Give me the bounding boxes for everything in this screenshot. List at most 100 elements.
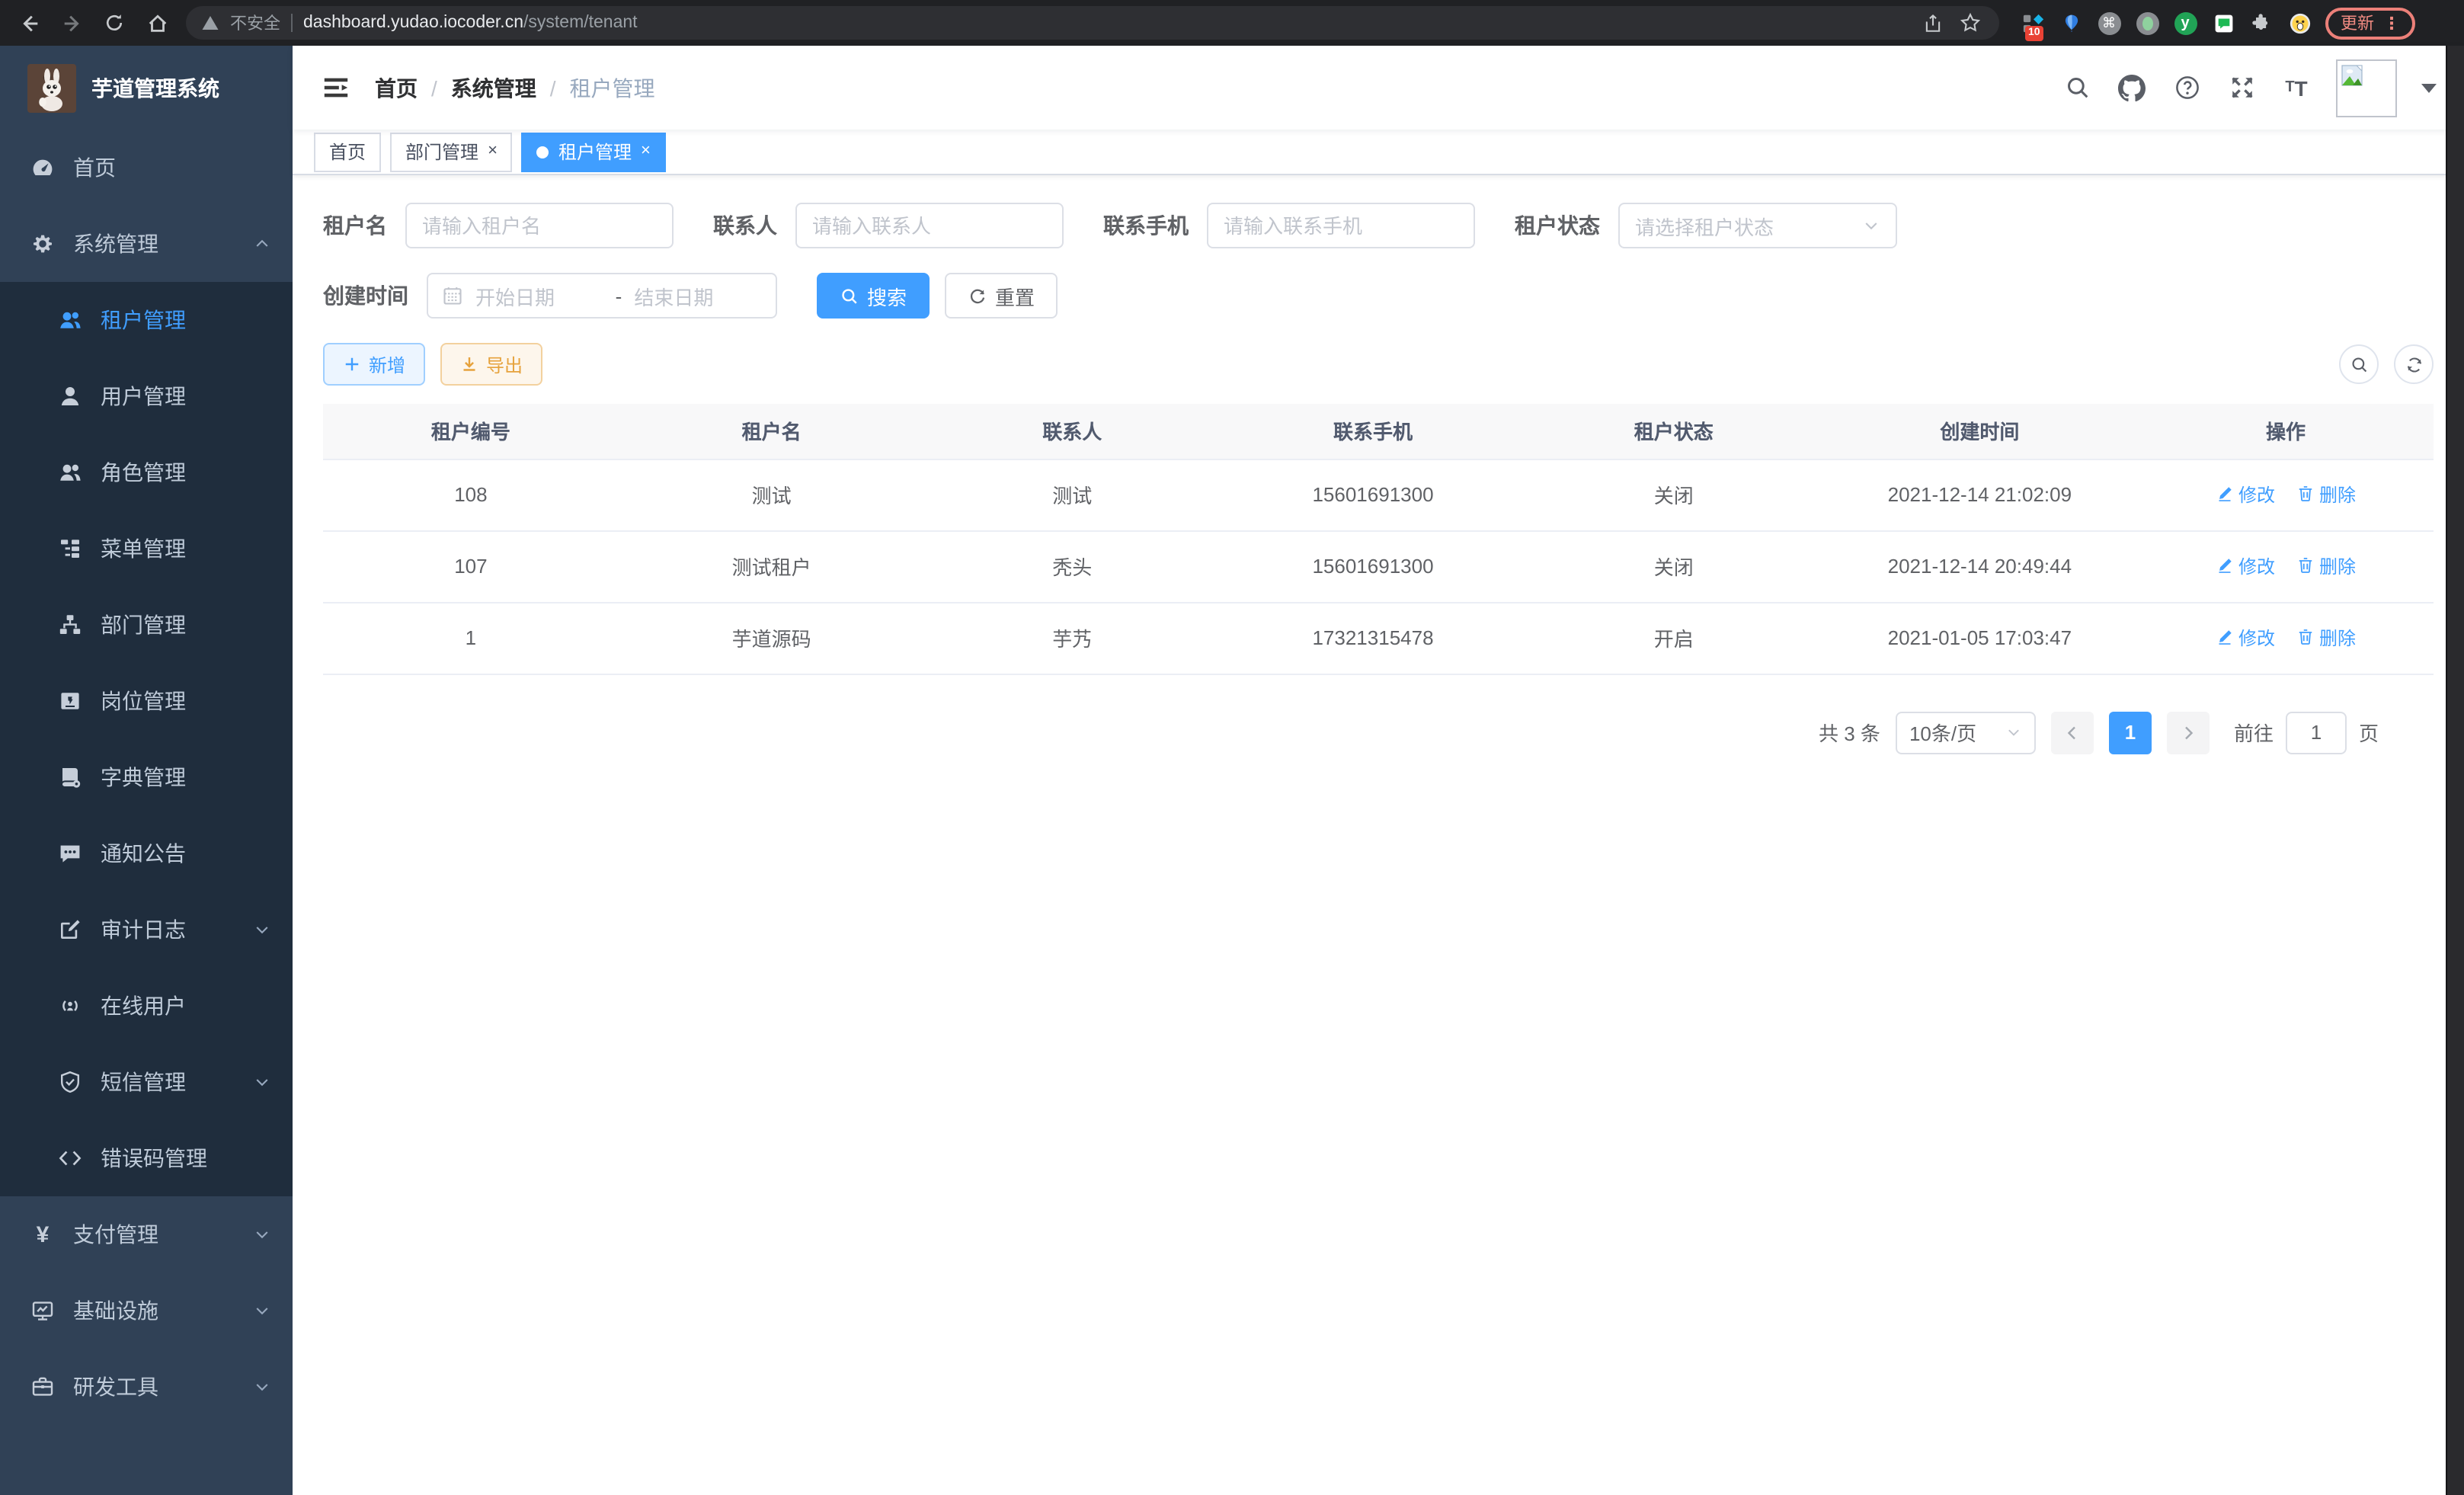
search-field-status: 租户状态 请选择租户状态 xyxy=(1515,203,1897,248)
puzzle-extensions-icon[interactable] xyxy=(2249,11,2274,35)
avatar-emoji-icon[interactable] xyxy=(2287,11,2312,35)
reset-button[interactable]: 重置 xyxy=(945,273,1058,319)
delete-icon xyxy=(2296,557,2315,575)
sidebar-collapse-icon[interactable] xyxy=(320,72,350,103)
sidebar: 芋道管理系统 首页系统管理租户管理用户管理角色管理菜单管理部门管理岗位管理字典管… xyxy=(0,46,293,1495)
delete-link[interactable]: 删除 xyxy=(2296,482,2356,507)
back-icon[interactable] xyxy=(15,9,43,37)
edit-link[interactable]: 修改 xyxy=(2216,482,2275,507)
home-icon[interactable] xyxy=(143,9,171,37)
prev-page-button[interactable] xyxy=(2051,711,2094,754)
chevron-down-icon xyxy=(2005,724,2022,741)
sidebar-item[interactable]: 租户管理 xyxy=(0,282,293,358)
search-button[interactable]: 搜索 xyxy=(817,273,930,319)
sidebar-item[interactable]: 用户管理 xyxy=(0,358,293,434)
avatar-dropdown-icon[interactable] xyxy=(2421,83,2437,92)
tab-close-icon[interactable]: × xyxy=(641,143,651,160)
toggle-search-button[interactable] xyxy=(2339,344,2379,384)
sidebar-item[interactable]: 短信管理 xyxy=(0,1044,293,1120)
pagination-total: 共 3 条 xyxy=(1819,718,1880,747)
cell-mobile: 17321315478 xyxy=(1220,602,1526,674)
sidebar-item[interactable]: 在线用户 xyxy=(0,968,293,1044)
next-page-button[interactable] xyxy=(2167,711,2210,754)
delete-link[interactable]: 删除 xyxy=(2296,553,2356,579)
avatar[interactable] xyxy=(2336,59,2397,117)
cell-actions: 修改删除 xyxy=(2138,602,2434,674)
extension-squares-icon[interactable]: 10 xyxy=(2021,11,2045,35)
sidebar-item[interactable]: 菜单管理 xyxy=(0,511,293,587)
chrome-update-button[interactable]: 更新 ⋮ xyxy=(2325,7,2415,39)
col-contact: 联系人 xyxy=(924,404,1220,459)
github-icon[interactable] xyxy=(2117,72,2147,103)
edit-link[interactable]: 修改 xyxy=(2216,553,2275,579)
cell-actions: 修改删除 xyxy=(2138,530,2434,602)
delete-link[interactable]: 删除 xyxy=(2296,625,2356,651)
sidebar-item[interactable]: 部门管理 xyxy=(0,587,293,663)
sidebar-item[interactable]: 角色管理 xyxy=(0,434,293,511)
export-button[interactable]: 导出 xyxy=(440,343,542,386)
page-size-select[interactable]: 10条/页 xyxy=(1896,711,2036,754)
refresh-table-button[interactable] xyxy=(2394,344,2434,384)
header-search-icon[interactable] xyxy=(2062,72,2092,103)
y-extension-icon[interactable]: y xyxy=(2173,11,2197,35)
breadcrumb-home[interactable]: 首页 xyxy=(375,72,418,103)
help-icon[interactable] xyxy=(2171,72,2202,103)
col-tenant-id: 租户编号 xyxy=(323,404,619,459)
tab-close-icon[interactable]: × xyxy=(488,143,498,160)
cell-name: 芋道源码 xyxy=(619,602,925,674)
add-button[interactable]: 新增 xyxy=(323,343,425,386)
tenant-table: 租户编号 租户名 联系人 联系手机 租户状态 创建时间 操作 108测试测试15… xyxy=(323,404,2434,674)
balloon-extension-icon[interactable] xyxy=(2059,11,2083,35)
tab[interactable]: 首页 xyxy=(314,132,381,171)
goto-page-input[interactable] xyxy=(2286,711,2347,754)
dot-extension-icon[interactable] xyxy=(2135,11,2159,35)
create-time-range-picker[interactable]: 开始日期 - 结束日期 xyxy=(427,273,777,319)
notice-icon xyxy=(58,841,82,866)
tenant-status-select[interactable]: 请选择租户状态 xyxy=(1618,203,1897,248)
sidebar-item-label: 支付管理 xyxy=(73,1219,235,1250)
sidebar-item-label: 审计日志 xyxy=(101,914,235,945)
sidebar-item[interactable]: 错误码管理 xyxy=(0,1120,293,1196)
chevron-left-icon xyxy=(2063,723,2082,741)
chrome-menu-icon[interactable]: ⋮ xyxy=(2383,13,2400,33)
sidebar-item[interactable]: 研发工具 xyxy=(0,1349,293,1425)
sidebar-logo[interactable]: 芋道管理系统 xyxy=(0,46,293,130)
chat-extension-icon[interactable] xyxy=(2211,11,2235,35)
sidebar-item[interactable]: 审计日志 xyxy=(0,892,293,968)
bookmark-star-icon[interactable] xyxy=(1957,9,1984,37)
menu-tree-icon xyxy=(58,536,82,561)
mobile-input[interactable] xyxy=(1207,203,1475,248)
fullscreen-icon[interactable] xyxy=(2226,72,2257,103)
sidebar-item[interactable]: ¥支付管理 xyxy=(0,1196,293,1273)
cell-status: 开启 xyxy=(1526,602,1822,674)
contact-input[interactable] xyxy=(795,203,1064,248)
sidebar-item-label: 研发工具 xyxy=(73,1372,235,1402)
edit-link[interactable]: 修改 xyxy=(2216,625,2275,651)
sidebar-item[interactable]: 首页 xyxy=(0,130,293,206)
field-label: 联系人 xyxy=(713,210,777,241)
share-icon[interactable] xyxy=(1918,9,1946,37)
infrastructure-icon xyxy=(30,1298,55,1323)
page-number-button[interactable]: 1 xyxy=(2109,711,2152,754)
sidebar-item[interactable]: 通知公告 xyxy=(0,815,293,892)
sidebar-item[interactable]: 岗位管理 xyxy=(0,663,293,739)
active-tab-dot xyxy=(537,146,549,158)
reload-icon[interactable] xyxy=(101,9,128,37)
tab[interactable]: 租户管理× xyxy=(522,132,666,171)
sidebar-item[interactable]: 字典管理 xyxy=(0,739,293,815)
command-extension-icon[interactable]: ⌘ xyxy=(2097,11,2121,35)
post-badge-icon xyxy=(58,689,82,713)
cell-actions: 修改删除 xyxy=(2138,459,2434,530)
breadcrumb-system[interactable]: 系统管理 xyxy=(451,72,536,103)
url-bar[interactable]: 不安全 dashboard.yudao.iocoder.cn/system/te… xyxy=(186,6,1999,40)
sidebar-item[interactable]: 系统管理 xyxy=(0,206,293,282)
forward-icon[interactable] xyxy=(58,9,85,37)
tenant-name-input[interactable] xyxy=(405,203,674,248)
cell-name: 测试租户 xyxy=(619,530,925,602)
tab[interactable]: 部门管理× xyxy=(390,132,513,171)
font-size-icon[interactable]: TT xyxy=(2281,72,2312,103)
cell-mobile: 15601691300 xyxy=(1220,530,1526,602)
sidebar-item[interactable]: 基础设施 xyxy=(0,1273,293,1349)
sidebar-item-label: 短信管理 xyxy=(101,1067,235,1097)
chevron-down-icon xyxy=(1862,216,1880,235)
